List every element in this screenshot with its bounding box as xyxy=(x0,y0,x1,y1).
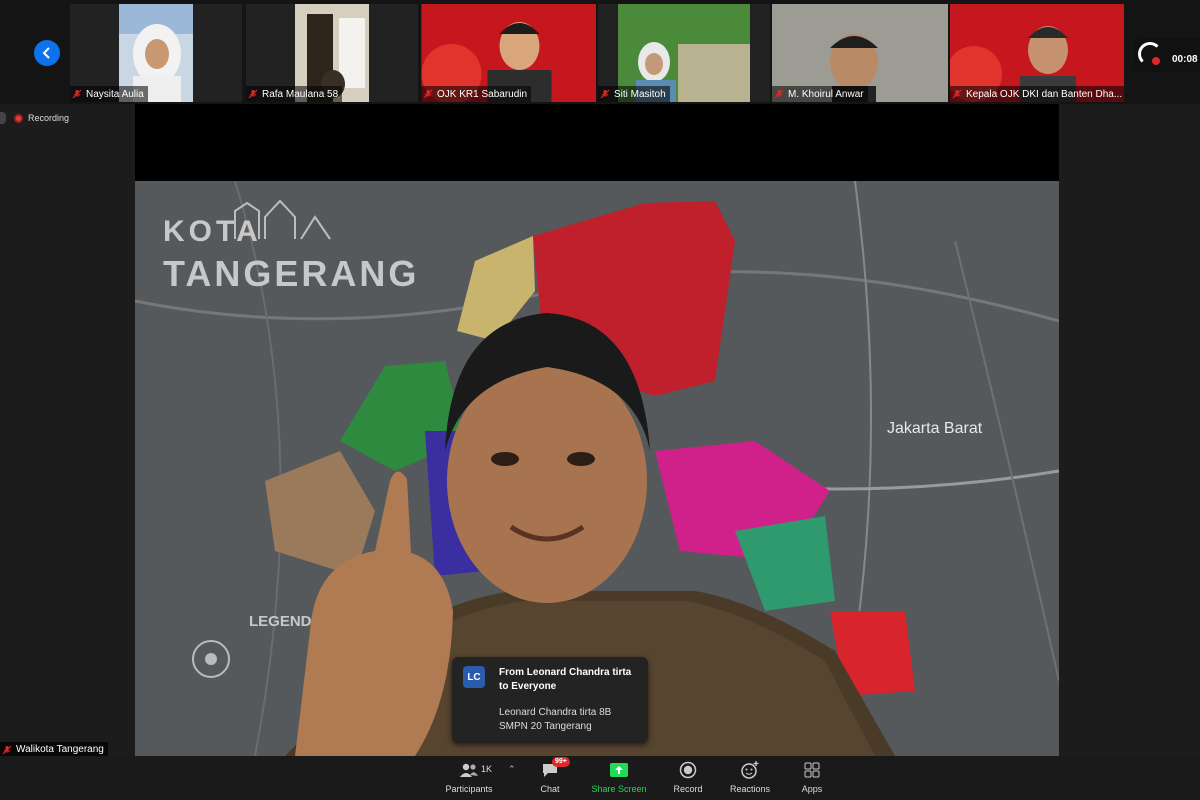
participant-name-label: OJK KR1 Sabarudin xyxy=(421,86,532,102)
participant-name-label: Rafa Maulana 58 xyxy=(246,86,343,102)
emoji-icon xyxy=(740,760,760,780)
chat-message: Leonard Chandra tirta 8B SMPN 20 Tangera… xyxy=(499,707,612,732)
muted-mic-icon xyxy=(774,89,784,99)
participant-strip: Naysita Aulia Rafa Maulana 58 OJK KR1 Sa… xyxy=(0,0,1200,104)
chat-icon: 99+ xyxy=(540,757,570,780)
record-button[interactable]: Record xyxy=(653,760,723,794)
map-region-label: Jakarta Barat xyxy=(887,420,983,437)
participant-name-label: Naysita Aulia xyxy=(70,86,148,102)
map-title-line1: KOTA xyxy=(163,215,262,248)
recording-timer[interactable]: 00:08 xyxy=(1134,38,1200,72)
participant-tile[interactable]: Siti Masitoh xyxy=(598,4,770,102)
share-screen-icon xyxy=(609,760,629,780)
recording-time: 00:08 xyxy=(1172,54,1198,65)
chat-notification-toast[interactable]: LC From Leonard Chandra tirta to Everyon… xyxy=(452,657,648,743)
recording-label: Recording xyxy=(28,113,70,123)
previous-page-button[interactable] xyxy=(34,40,60,66)
participant-tile[interactable]: Naysita Aulia xyxy=(70,4,242,102)
map-title-line2: TANGERANG xyxy=(163,253,419,294)
recording-dot-icon xyxy=(14,113,23,123)
participant-name-label: Kepala OJK DKI dan Banten Dha... xyxy=(950,86,1124,102)
unread-badge: 99+ xyxy=(552,757,570,767)
recording-indicator[interactable]: Recording xyxy=(14,113,69,123)
zoom-meeting-window: Naysita Aulia Rafa Maulana 58 OJK KR1 Sa… xyxy=(0,0,1200,800)
participants-button[interactable]: 1K Participants xyxy=(434,760,504,794)
chat-sender: From Leonard Chandra tirta to Everyone xyxy=(499,667,632,692)
apps-button[interactable]: Apps xyxy=(777,760,847,794)
participant-tile[interactable]: OJK KR1 Sabarudin xyxy=(421,4,596,102)
meeting-toolbar: 1K Participants 99+ Chat Share Screen Re… xyxy=(0,756,1200,800)
chat-button[interactable]: 99+ Chat xyxy=(515,757,585,794)
participants-options-caret-icon[interactable]: ⌃ xyxy=(508,764,516,775)
participants-icon: 1K xyxy=(459,760,492,780)
participant-tile[interactable]: Kepala OJK DKI dan Banten Dha... xyxy=(950,4,1124,102)
muted-mic-icon xyxy=(72,89,82,99)
side-panel-handle[interactable] xyxy=(0,112,6,124)
record-dot-icon xyxy=(1152,57,1160,65)
active-speaker-name-label: Walikota Tangerang xyxy=(0,742,108,757)
reactions-button[interactable]: Reactions xyxy=(715,760,785,794)
muted-mic-icon xyxy=(2,745,12,754)
chevron-left-icon xyxy=(42,47,50,59)
muted-mic-icon xyxy=(248,89,258,99)
apps-icon xyxy=(802,760,822,780)
participant-name-label: M. Khoirul Anwar xyxy=(772,86,868,102)
participant-tile[interactable]: M. Khoirul Anwar xyxy=(772,4,948,102)
avatar: LC xyxy=(463,666,485,688)
muted-mic-icon xyxy=(600,89,610,99)
participant-name-label: Siti Masitoh xyxy=(598,86,670,102)
muted-mic-icon xyxy=(952,89,962,99)
share-screen-button[interactable]: Share Screen xyxy=(584,760,654,794)
record-icon xyxy=(678,760,698,780)
map-legend-label: LEGEND xyxy=(249,613,312,630)
participant-count: 1K xyxy=(481,764,493,774)
muted-mic-icon xyxy=(423,89,433,99)
participant-tile[interactable]: Rafa Maulana 58 xyxy=(246,4,418,102)
